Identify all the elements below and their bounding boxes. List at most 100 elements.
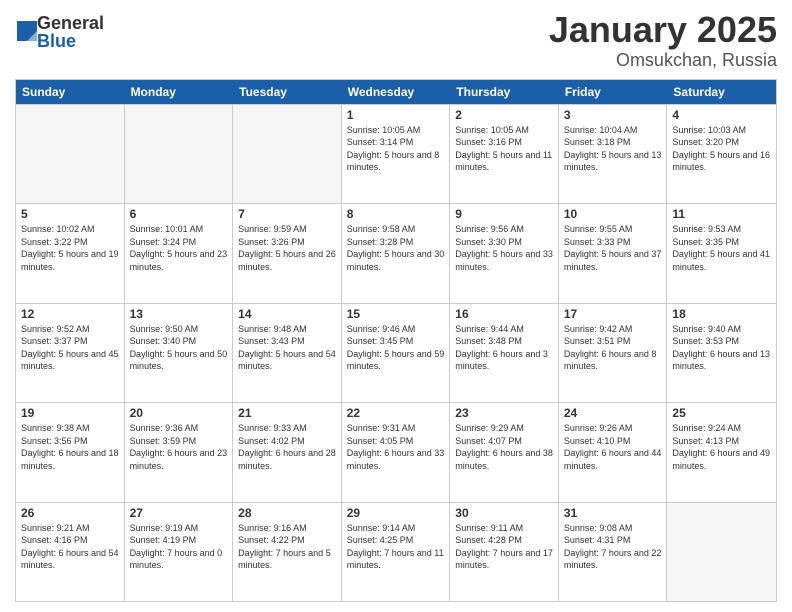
- cell-w0-d3: 1 Sunrise: 10:05 AMSunset: 3:14 PMDayligh…: [342, 105, 451, 203]
- sun-info-18: Sunrise: 9:40 AMSunset: 3:53 PMDaylight:…: [672, 323, 771, 373]
- day-num-12: 12: [21, 307, 119, 321]
- cell-w2-d5: 17Sunrise: 9:42 AMSunset: 3:51 PMDayligh…: [559, 304, 668, 402]
- week-row-4: 26Sunrise: 9:21 AMSunset: 4:16 PMDayligh…: [16, 502, 776, 601]
- calendar-body: 1 Sunrise: 10:05 AMSunset: 3:14 PMDayligh…: [16, 104, 776, 601]
- sun-info-3: Sunrise: 10:04 AMSunset: 3:18 PMDaylight…: [564, 124, 662, 174]
- logo-general-text: General: [37, 14, 104, 32]
- day-num-2: 2: [455, 108, 553, 122]
- day-num-24: 24: [564, 406, 662, 420]
- cell-w1-d5: 10Sunrise: 9:55 AMSunset: 3:33 PMDayligh…: [559, 204, 668, 302]
- day-num-4: 4: [672, 108, 771, 122]
- sun-info-5: Sunrise: 10:02 AMSunset: 3:22 PMDaylight…: [21, 223, 119, 273]
- cell-w4-d0: 26Sunrise: 9:21 AMSunset: 4:16 PMDayligh…: [16, 503, 125, 601]
- sun-info-21: Sunrise: 9:33 AMSunset: 4:02 PMDaylight:…: [238, 422, 336, 472]
- calendar-subtitle: Omsukchan, Russia: [549, 50, 777, 71]
- calendar: Sunday Monday Tuesday Wednesday Thursday…: [15, 79, 777, 602]
- page: General Blue January 2025 Omsukchan, Rus…: [0, 0, 792, 612]
- cell-w3-d4: 23 Sunrise: 9:29 AMSunset: 4:07 PMDayligh…: [450, 403, 559, 501]
- cell-w1-d2: 7 Sunrise: 9:59 AMSunset: 3:26 PMDaylight…: [233, 204, 342, 302]
- day-num-29: 29: [347, 506, 445, 520]
- day-num-14: 14: [238, 307, 336, 321]
- cell-w0-d0: [16, 105, 125, 203]
- sun-info-13: Sunrise: 9:50 AMSunset: 3:40 PMDaylight:…: [130, 323, 228, 373]
- sun-info-22: Sunrise: 9:31 AMSunset: 4:05 PMDaylight:…: [347, 422, 445, 472]
- cell-w3-d6: 25 Sunrise: 9:24 AMSunset: 4:13 PMDayligh…: [667, 403, 776, 501]
- header-monday: Monday: [125, 80, 234, 104]
- cell-w2-d3: 15Sunrise: 9:46 AMSunset: 3:45 PMDayligh…: [342, 304, 451, 402]
- sun-info-9: Sunrise: 9:56 AMSunset: 3:30 PMDaylight:…: [455, 223, 553, 273]
- header-tuesday: Tuesday: [233, 80, 342, 104]
- week-row-0: 1 Sunrise: 10:05 AMSunset: 3:14 PMDayligh…: [16, 104, 776, 203]
- sun-info-7: Sunrise: 9:59 AMSunset: 3:26 PMDaylight:…: [238, 223, 336, 273]
- sun-info-28: Sunrise: 9:16 AMSunset: 4:22 PMDaylight:…: [238, 522, 336, 572]
- day-num-3: 3: [564, 108, 662, 122]
- sun-info-24: Sunrise: 9:26 AMSunset: 4:10 PMDaylight:…: [564, 422, 662, 472]
- sun-info-27: Sunrise: 9:19 AMSunset: 4:19 PMDaylight:…: [130, 522, 228, 572]
- cell-w4-d4: 30 Sunrise: 9:11 AMSunset: 4:28 PMDayligh…: [450, 503, 559, 601]
- day-num-21: 21: [238, 406, 336, 420]
- day-num-5: 5: [21, 207, 119, 221]
- day-num-11: 11: [672, 207, 771, 221]
- sun-info-15: Sunrise: 9:46 AMSunset: 3:45 PMDaylight:…: [347, 323, 445, 373]
- day-num-28: 28: [238, 506, 336, 520]
- title-block: January 2025 Omsukchan, Russia: [549, 10, 777, 71]
- day-num-25: 25: [672, 406, 771, 420]
- sun-info-26: Sunrise: 9:21 AMSunset: 4:16 PMDaylight:…: [21, 522, 119, 572]
- cell-w2-d2: 14Sunrise: 9:48 AMSunset: 3:43 PMDayligh…: [233, 304, 342, 402]
- header-wednesday: Wednesday: [342, 80, 451, 104]
- sun-info-1: Sunrise: 10:05 AMSunset: 3:14 PMDaylight…: [347, 124, 445, 174]
- day-num-1: 1: [347, 108, 445, 122]
- cell-w3-d0: 19 Sunrise: 9:38 AMSunset: 3:56 PMDayligh…: [16, 403, 125, 501]
- cell-w4-d2: 28 Sunrise: 9:16 AMSunset: 4:22 PMDayligh…: [233, 503, 342, 601]
- header-sunday: Sunday: [16, 80, 125, 104]
- cell-w3-d2: 21 Sunrise: 9:33 AMSunset: 4:02 PMDayligh…: [233, 403, 342, 501]
- day-num-6: 6: [130, 207, 228, 221]
- cell-w0-d4: 2 Sunrise: 10:05 AMSunset: 3:16 PMDayligh…: [450, 105, 559, 203]
- day-num-16: 16: [455, 307, 553, 321]
- day-num-19: 19: [21, 406, 119, 420]
- logo-text: General Blue: [37, 14, 104, 50]
- day-num-30: 30: [455, 506, 553, 520]
- cell-w4-d6: [667, 503, 776, 601]
- day-num-17: 17: [564, 307, 662, 321]
- sun-info-11: Sunrise: 9:53 AMSunset: 3:35 PMDaylight:…: [672, 223, 771, 273]
- logo: General Blue: [15, 14, 104, 50]
- day-num-9: 9: [455, 207, 553, 221]
- sun-info-19: Sunrise: 9:38 AMSunset: 3:56 PMDaylight:…: [21, 422, 119, 472]
- day-num-27: 27: [130, 506, 228, 520]
- sun-info-10: Sunrise: 9:55 AMSunset: 3:33 PMDaylight:…: [564, 223, 662, 273]
- logo-icon: [17, 21, 37, 41]
- sun-info-23: Sunrise: 9:29 AMSunset: 4:07 PMDaylight:…: [455, 422, 553, 472]
- day-num-18: 18: [672, 307, 771, 321]
- day-num-8: 8: [347, 207, 445, 221]
- sun-info-2: Sunrise: 10:05 AMSunset: 3:16 PMDaylight…: [455, 124, 553, 174]
- sun-info-25: Sunrise: 9:24 AMSunset: 4:13 PMDaylight:…: [672, 422, 771, 472]
- cell-w1-d3: 8 Sunrise: 9:58 AMSunset: 3:28 PMDaylight…: [342, 204, 451, 302]
- cell-w1-d6: 11 Sunrise: 9:53 AMSunset: 3:35 PMDayligh…: [667, 204, 776, 302]
- sun-info-16: Sunrise: 9:44 AMSunset: 3:48 PMDaylight:…: [455, 323, 553, 373]
- day-num-7: 7: [238, 207, 336, 221]
- sun-info-20: Sunrise: 9:36 AMSunset: 3:59 PMDaylight:…: [130, 422, 228, 472]
- sun-info-30: Sunrise: 9:11 AMSunset: 4:28 PMDaylight:…: [455, 522, 553, 572]
- cell-w3-d1: 20 Sunrise: 9:36 AMSunset: 3:59 PMDayligh…: [125, 403, 234, 501]
- header-thursday: Thursday: [450, 80, 559, 104]
- cell-w0-d6: 4 Sunrise: 10:03 AMSunset: 3:20 PMDayligh…: [667, 105, 776, 203]
- sun-info-8: Sunrise: 9:58 AMSunset: 3:28 PMDaylight:…: [347, 223, 445, 273]
- sun-info-31: Sunrise: 9:08 AMSunset: 4:31 PMDaylight:…: [564, 522, 662, 572]
- cell-w1-d0: 5 Sunrise: 10:02 AMSunset: 3:22 PMDayligh…: [16, 204, 125, 302]
- week-row-1: 5 Sunrise: 10:02 AMSunset: 3:22 PMDayligh…: [16, 203, 776, 302]
- week-row-2: 12Sunrise: 9:52 AMSunset: 3:37 PMDayligh…: [16, 303, 776, 402]
- cell-w2-d1: 13 Sunrise: 9:50 AMSunset: 3:40 PMDayligh…: [125, 304, 234, 402]
- cell-w4-d5: 31Sunrise: 9:08 AMSunset: 4:31 PMDayligh…: [559, 503, 668, 601]
- sun-info-4: Sunrise: 10:03 AMSunset: 3:20 PMDaylight…: [672, 124, 771, 174]
- cell-w0-d5: 3 Sunrise: 10:04 AMSunset: 3:18 PMDayligh…: [559, 105, 668, 203]
- day-num-23: 23: [455, 406, 553, 420]
- cell-w0-d2: [233, 105, 342, 203]
- day-num-13: 13: [130, 307, 228, 321]
- day-num-20: 20: [130, 406, 228, 420]
- cell-w4-d3: 29Sunrise: 9:14 AMSunset: 4:25 PMDayligh…: [342, 503, 451, 601]
- cell-w4-d1: 27 Sunrise: 9:19 AMSunset: 4:19 PMDayligh…: [125, 503, 234, 601]
- cell-w2-d6: 18 Sunrise: 9:40 AMSunset: 3:53 PMDayligh…: [667, 304, 776, 402]
- cell-w3-d3: 22Sunrise: 9:31 AMSunset: 4:05 PMDayligh…: [342, 403, 451, 501]
- cell-w0-d1: [125, 105, 234, 203]
